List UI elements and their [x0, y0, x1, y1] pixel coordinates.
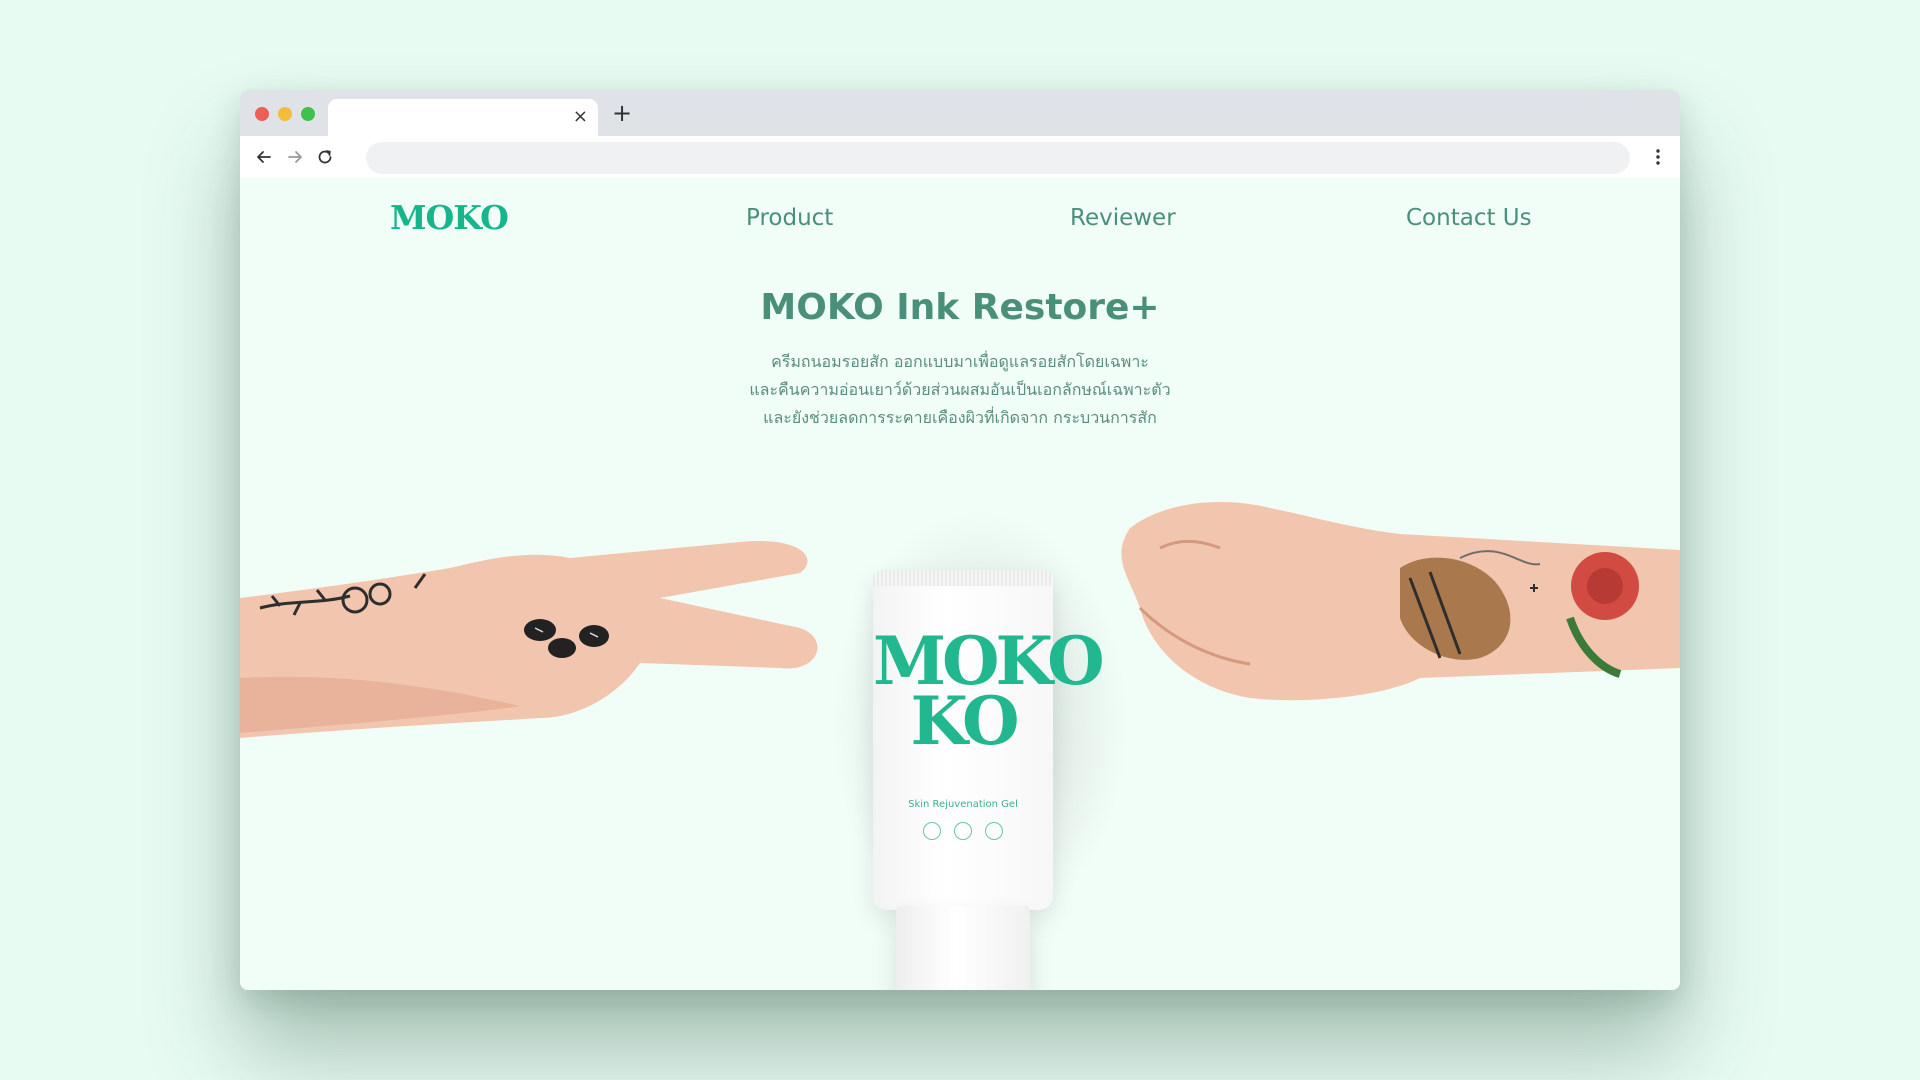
site-logo[interactable]: MOKO — [390, 198, 509, 238]
tattooed-fist-image — [1121, 502, 1680, 701]
nav-link-product[interactable]: Product — [746, 204, 833, 232]
address-bar[interactable] — [366, 142, 1630, 174]
product-feature-icon — [985, 822, 1003, 840]
arrow-right-icon — [288, 151, 302, 163]
forward-button[interactable] — [280, 142, 310, 172]
hero-description-line: และคืนความอ่อนเยาว์ด้วยส่วนผสมอันเป็นเอก… — [749, 380, 1171, 399]
reload-icon — [318, 150, 332, 164]
hero-title: MOKO Ink Restore+ — [760, 287, 1160, 328]
browser-tab[interactable]: × — [328, 99, 598, 136]
hero-description: ครีมถนอมรอยสัก ออกแบบมาเพื่อดูแลรอยสักโด… — [240, 348, 1680, 432]
maximize-window-button[interactable] — [301, 107, 315, 121]
minimize-window-button[interactable] — [278, 107, 292, 121]
close-window-button[interactable] — [255, 107, 269, 121]
tab-close-icon[interactable]: × — [573, 106, 588, 128]
nav-link-reviewer[interactable]: Reviewer — [1070, 204, 1176, 232]
hero-description-line: ครีมถนอมรอยสัก ออกแบบมาเพื่อดูแลรอยสักโด… — [771, 352, 1149, 371]
product-tube-cap — [896, 906, 1030, 990]
back-button[interactable] — [249, 142, 279, 172]
reload-button[interactable] — [310, 142, 340, 172]
product-logo-line2: KO — [910, 682, 1019, 760]
hero-description-line: และยังช่วยลดการระคายเคืองผิวที่เกิดจาก ก… — [763, 408, 1157, 427]
arrow-left-icon — [257, 151, 271, 163]
kebab-menu-icon — [1656, 149, 1660, 165]
product-icons — [923, 822, 1003, 842]
nav-link-contact-us[interactable]: Contact Us — [1406, 204, 1532, 232]
product-feature-icon — [954, 822, 972, 840]
product-tube-body: MOKO KO Skin Rejuvenation Gel — [873, 570, 1105, 910]
tab-bar: × + — [240, 90, 1680, 136]
browser-toolbar — [240, 136, 1680, 178]
new-tab-button[interactable]: + — [612, 99, 632, 127]
product-tube: MOKO KO Skin Rejuvenation Gel — [873, 570, 1105, 990]
product-label: Skin Rejuvenation Gel — [908, 799, 1018, 810]
browser-window: × + MOKO Product Reviewer Contact Us MOK… — [240, 90, 1680, 990]
product-tube-crimp — [873, 570, 1053, 586]
tattooed-hand-peace-sign-image — [240, 540, 818, 738]
web-page: MOKO Product Reviewer Contact Us MOKO In… — [240, 178, 1680, 990]
product-feature-icon — [923, 822, 941, 840]
browser-menu-button[interactable] — [1646, 142, 1670, 172]
